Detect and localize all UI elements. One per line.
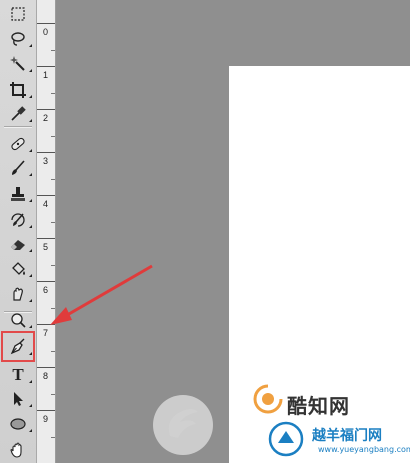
history-brush-icon bbox=[11, 213, 25, 227]
finger-icon bbox=[13, 287, 23, 301]
paint-bucket-tool[interactable] bbox=[3, 259, 33, 279]
ruler-number: 6 bbox=[43, 285, 49, 295]
pen-tool-highlight-box bbox=[1, 331, 35, 362]
watermark-text: 越羊福门网 bbox=[312, 428, 382, 444]
lasso-icon bbox=[11, 32, 25, 46]
ruler-number: 9 bbox=[43, 414, 49, 424]
ruler-number: 0 bbox=[43, 27, 49, 37]
watermark-logo-blue bbox=[268, 421, 304, 457]
type-icon: T bbox=[12, 365, 24, 384]
magic-wand-icon bbox=[10, 56, 25, 71]
clone-stamp-tool[interactable] bbox=[3, 184, 33, 204]
brush-tool[interactable] bbox=[3, 158, 33, 178]
eyedropper-tool[interactable] bbox=[3, 104, 33, 124]
history-brush-tool[interactable] bbox=[3, 210, 33, 230]
path-selection-tool[interactable] bbox=[3, 389, 33, 409]
watermark-url: www.yueyangbang.com bbox=[318, 445, 410, 454]
watermark-text: 酷知网 bbox=[287, 394, 350, 418]
ruler-number: 1 bbox=[43, 70, 49, 80]
bandage-icon bbox=[11, 137, 25, 151]
stamp-icon bbox=[11, 187, 25, 201]
magic-wand-tool[interactable] bbox=[3, 54, 33, 74]
rectangular-marquee-tool[interactable] bbox=[3, 4, 33, 24]
bucket-icon bbox=[12, 262, 25, 275]
ruler-number: 3 bbox=[43, 156, 49, 166]
crop-icon bbox=[10, 82, 26, 98]
arrow-icon bbox=[14, 392, 23, 406]
ellipse-icon bbox=[10, 418, 26, 430]
hand-tool[interactable] bbox=[3, 440, 33, 460]
crop-tool[interactable] bbox=[3, 80, 33, 100]
vertical-ruler: 0 1 2 3 4 5 6 7 8 9 bbox=[37, 0, 56, 463]
ellipse-tool[interactable] bbox=[3, 414, 33, 434]
watermark-logo bbox=[153, 395, 213, 455]
healing-brush-tool[interactable] bbox=[3, 134, 33, 154]
ruler-number: 8 bbox=[43, 371, 49, 381]
ruler-number: 5 bbox=[43, 242, 49, 252]
hand-icon bbox=[10, 442, 22, 458]
dodge-tool[interactable] bbox=[3, 310, 33, 330]
brush-icon bbox=[12, 160, 25, 175]
lasso-tool[interactable] bbox=[3, 29, 33, 49]
ruler-number: 4 bbox=[43, 199, 49, 209]
tools-panel: T bbox=[0, 0, 37, 463]
ruler-number: 7 bbox=[43, 328, 49, 338]
marquee-icon bbox=[11, 7, 25, 21]
ruler-number: 2 bbox=[43, 113, 49, 123]
type-tool[interactable]: T bbox=[3, 365, 33, 385]
eraser-icon bbox=[11, 240, 25, 250]
eyedropper-icon bbox=[11, 106, 26, 121]
watermark-logo-orange bbox=[253, 384, 283, 414]
smudge-tool[interactable] bbox=[3, 284, 33, 304]
dodge-icon bbox=[11, 313, 26, 328]
eraser-tool[interactable] bbox=[3, 234, 33, 254]
